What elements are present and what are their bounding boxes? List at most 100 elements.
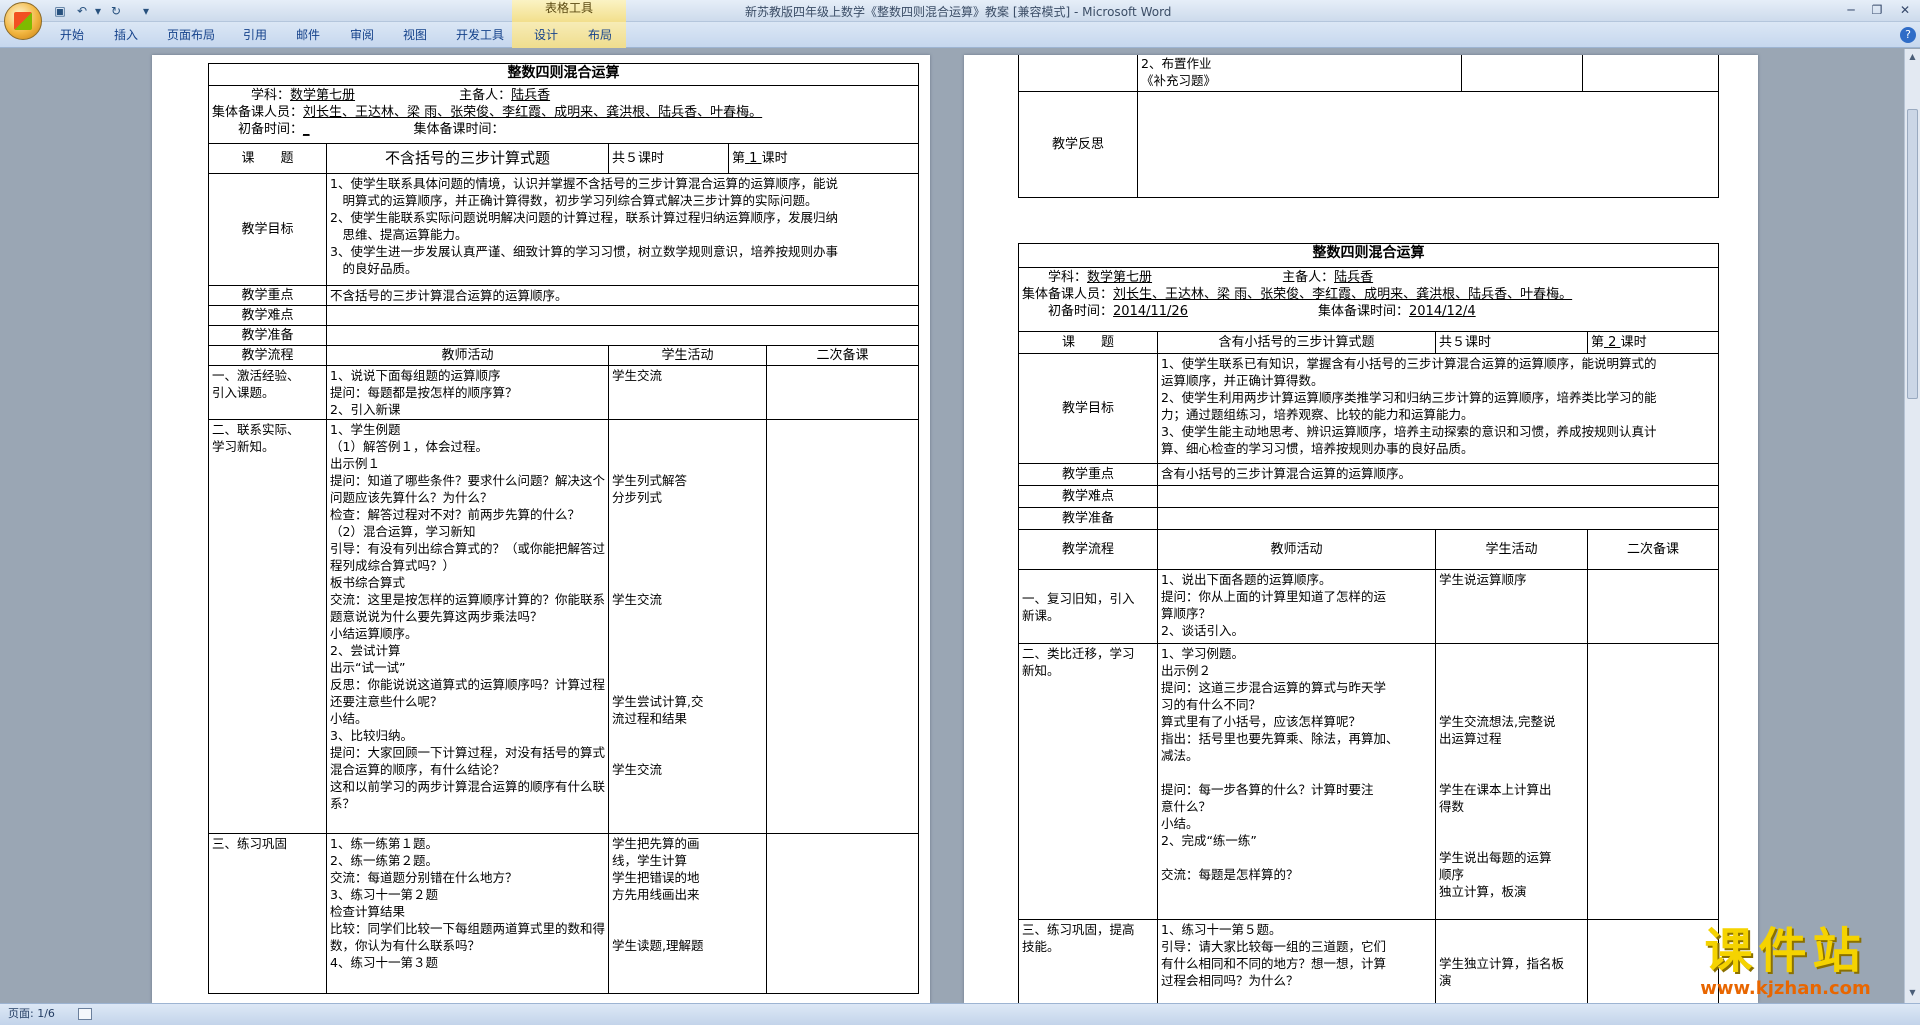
right-homework: 2、布置作业 《补充习题》 <box>1137 55 1462 92</box>
tab-references[interactable]: 引用 <box>243 26 267 44</box>
left-teacher-activity-line: 交流：这里是按怎样的运算顺序计算的？你能联系 <box>330 592 606 607</box>
left-student-header: 学生活动 <box>608 345 767 366</box>
watermark-url: www.kjzhan.com <box>1700 978 1871 999</box>
page-indicator[interactable]: 页面: 1/6 <box>8 1004 55 1024</box>
restore-icon[interactable]: ❐ <box>1866 2 1888 18</box>
right-table-title: 整数四则混合运算 <box>1018 243 1719 268</box>
save-icon[interactable]: ▣ <box>52 3 68 19</box>
table-row: 二、联系实际、 学习新知。 1、学生例题 （1）解答例１，体会过程。 出示例１ 提问：知道… <box>208 419 920 834</box>
right-members: 刘长生、王达林、梁 雨、张荣俊、李红霞、成明来、龚洪根、陆兵香、叶春梅。 <box>1113 287 1573 302</box>
redo-icon[interactable]: ↻ <box>108 3 124 19</box>
left-teacher-activity-line: 1、学生例题 <box>330 422 401 437</box>
help-icon[interactable]: ? <box>1900 27 1916 43</box>
right-student-activity-line: 学生说出每题的运算 <box>1439 850 1552 865</box>
right-student-activity-line <box>1439 662 1584 679</box>
right-teacher-activity: 1、学习例题。 出示例２ 提问：这道三步混合运算的算式与昨天学 习的有什么不同？ 算式里… <box>1157 643 1436 920</box>
tab-layout[interactable]: 布局 <box>588 26 612 44</box>
left-student-activity-line <box>612 676 763 693</box>
left-goal-line: 1、使学生联系具体问题的情境，认识并掌握不含括号的三步计算混合运算的运算顺序，能… <box>330 176 838 191</box>
left-student-activity-line <box>612 642 763 659</box>
left-teacher-activity-line: 提问：每题都是按怎样的顺序算？ <box>330 385 518 400</box>
left-student-activity-line <box>612 557 763 574</box>
left-teacher-activity-line: 交流：每道题分别错在什么地方？ <box>330 870 518 885</box>
left-teacher-activity-line: 数，你认为有什么联系吗？ <box>330 938 481 953</box>
left-teacher-activity-line: 提问：知道了哪些条件？要求什么问题？解决这个 <box>330 473 606 488</box>
left-student-activity-line <box>612 625 763 642</box>
right-difficulty <box>1157 485 1719 508</box>
left-student-activity-line <box>612 920 763 937</box>
left-section-name-line: 学习新知。 <box>212 439 275 454</box>
left-student-activity-line <box>612 659 763 676</box>
vertical-scrollbar[interactable]: ▲ ▼ <box>1904 49 1920 1003</box>
scroll-down-icon[interactable]: ▼ <box>1907 987 1918 999</box>
left-student-activity-line: 学生把先算的画 <box>612 836 700 851</box>
left-student-activity-line <box>612 506 763 523</box>
right-prep-label: 教学准备 <box>1018 507 1158 530</box>
ribbon-tab-bar <box>0 22 1920 48</box>
right-subject: 数学第七册 <box>1087 270 1153 285</box>
tab-view[interactable]: 视图 <box>403 26 427 44</box>
right-student-activity: 学生独立计算，指名板演 <box>1435 919 1588 1003</box>
table-row: 三、练习巩固 1、练一练第１题。 2、练一练第２题。 交流：每道题分别错在什么地方？ 3… <box>208 833 920 994</box>
left-teacher-activity-line: 题意说说为什么要先算这两步乘法吗？ <box>330 609 543 624</box>
scroll-up-icon[interactable]: ▲ <box>1907 51 1918 63</box>
customize-toolbar-icon[interactable]: ▾ <box>138 3 154 19</box>
right-student-activity: 学生说运算顺序 <box>1435 569 1588 644</box>
undo-dropdown-icon[interactable]: ▾ <box>90 3 106 19</box>
tab-mailings[interactable]: 邮件 <box>296 26 320 44</box>
office-button[interactable] <box>4 2 42 40</box>
left-goal-line: 2、使学生能联系实际问题说明解决问题的计算过程，联系计算过程归纳运算顺序，发展归… <box>330 210 838 225</box>
right-homework-line: 2、布置作业 <box>1141 56 1212 71</box>
right-cont-table: 2、布置作业 《补充习题》 教学反思 <box>1018 55 1719 198</box>
left-student-activity: 学生把先算的画 线，学生计算 学生把错误的地 方先用线画出来 学生读题,理解题 <box>608 833 767 994</box>
right-teacher-activity-line: 2、谈话引入。 <box>1161 623 1244 638</box>
right-student-activity-line <box>1439 747 1584 764</box>
left-teacher-activity-line: 还要注意些什么呢？ <box>330 694 443 709</box>
right-teacher-activity-line: 提问：每一步各算的什么？计算时要注 <box>1161 782 1374 797</box>
right-student-activity-line <box>1439 832 1584 849</box>
right-student-activity-line <box>1439 815 1584 832</box>
left-members: 刘长生、王达林、梁 雨、张荣俊、李红霞、成明来、龚洪根、陆兵香、叶春梅。 <box>303 105 763 120</box>
left-student-activity-line <box>612 744 763 761</box>
right-page[interactable]: 2、布置作业 《补充习题》 教学反思 整数四则混合运算 学科：数学第七册 主备人：… <box>964 55 1758 1003</box>
minimize-icon[interactable]: ─ <box>1840 2 1862 18</box>
tab-insert[interactable]: 插入 <box>114 26 138 44</box>
close-icon[interactable]: ✕ <box>1894 2 1916 18</box>
left-header-info: 学科：数学第七册 主备人：陆兵香 集体备课人员：刘长生、王达林、梁 雨、张荣俊、… <box>207 85 920 144</box>
left-page[interactable]: 整数四则混合运算 学科：数学第七册 主备人：陆兵香 集体备课人员：刘长生、王达林… <box>152 55 930 1003</box>
proofing-icon[interactable] <box>78 1008 92 1020</box>
right-flow-header: 教学流程 <box>1018 529 1158 570</box>
left-student-activity: 学生列式解答 分步列式 学生交流 学生尝试计算,交 流过程和结果 学生交流 <box>608 419 767 834</box>
tab-page-layout[interactable]: 页面布局 <box>167 26 215 44</box>
left-student-activity-line: 学生交流 <box>612 368 663 383</box>
right-teacher-activity-line: 引导：请大家比较每一组的三道题，它们 <box>1161 939 1387 954</box>
watermark-text: 课件站 <box>1704 923 1867 979</box>
tab-design[interactable]: 设计 <box>534 26 558 44</box>
scrollbar-thumb[interactable] <box>1907 109 1918 399</box>
right-lesson-number: 第 2 课时 <box>1587 331 1719 354</box>
left-table-title: 整数四则混合运算 <box>207 63 920 86</box>
right-section-name-line: 一、复习旧知，引入 <box>1022 590 1135 606</box>
left-student-activity-line: 线，学生计算 <box>612 853 688 868</box>
left-section-name-line: 二、联系实际、 <box>212 422 300 437</box>
window-title: 新苏教版四年级上数学《整数四则混合运算》教案 [兼容模式] - Microsof… <box>745 5 1172 19</box>
right-student-activity-line <box>1439 921 1584 938</box>
undo-icon[interactable]: ↶ <box>74 3 90 19</box>
left-prep-time: _ <box>303 122 310 137</box>
right-section-name: 三、练习巩固，提高 技能。 <box>1018 919 1158 1003</box>
right-student-activity-line: 学生在课本上计算出 <box>1439 782 1552 797</box>
left-teacher-activity-line: 2、练一练第２题。 <box>330 853 438 868</box>
left-goal-line: 的良好品质。 <box>330 261 418 276</box>
right-goal-line: 2、使学生利用两步计算运算顺序类推学习和归纳三步计算的运算顺序，培养类比学习的能 <box>1161 390 1657 405</box>
right-student-activity-line: 演 <box>1439 973 1452 988</box>
left-goals-label: 教学目标 <box>208 173 327 286</box>
tab-developer[interactable]: 开发工具 <box>456 26 504 44</box>
tab-home[interactable]: 开始 <box>60 26 84 44</box>
right-goal-line: 3、使学生能主动地思考、辨识运算顺序，培养主动探索的意识和习惯，养成按规则认真计 <box>1161 424 1657 439</box>
left-teacher-activity-line: 3、比较归纳。 <box>330 728 413 743</box>
right-section-name: 一、复习旧知，引入 新课。 <box>1018 569 1158 644</box>
tab-review[interactable]: 审阅 <box>350 26 374 44</box>
right-prep <box>1157 507 1719 530</box>
right-teacher-activity-line: 2、完成“练一练” <box>1161 833 1257 848</box>
left-teacher-activity: 1、说说下面每组题的运算顺序 提问：每题都是按怎样的顺序算？ 2、引入新课 <box>326 365 609 420</box>
